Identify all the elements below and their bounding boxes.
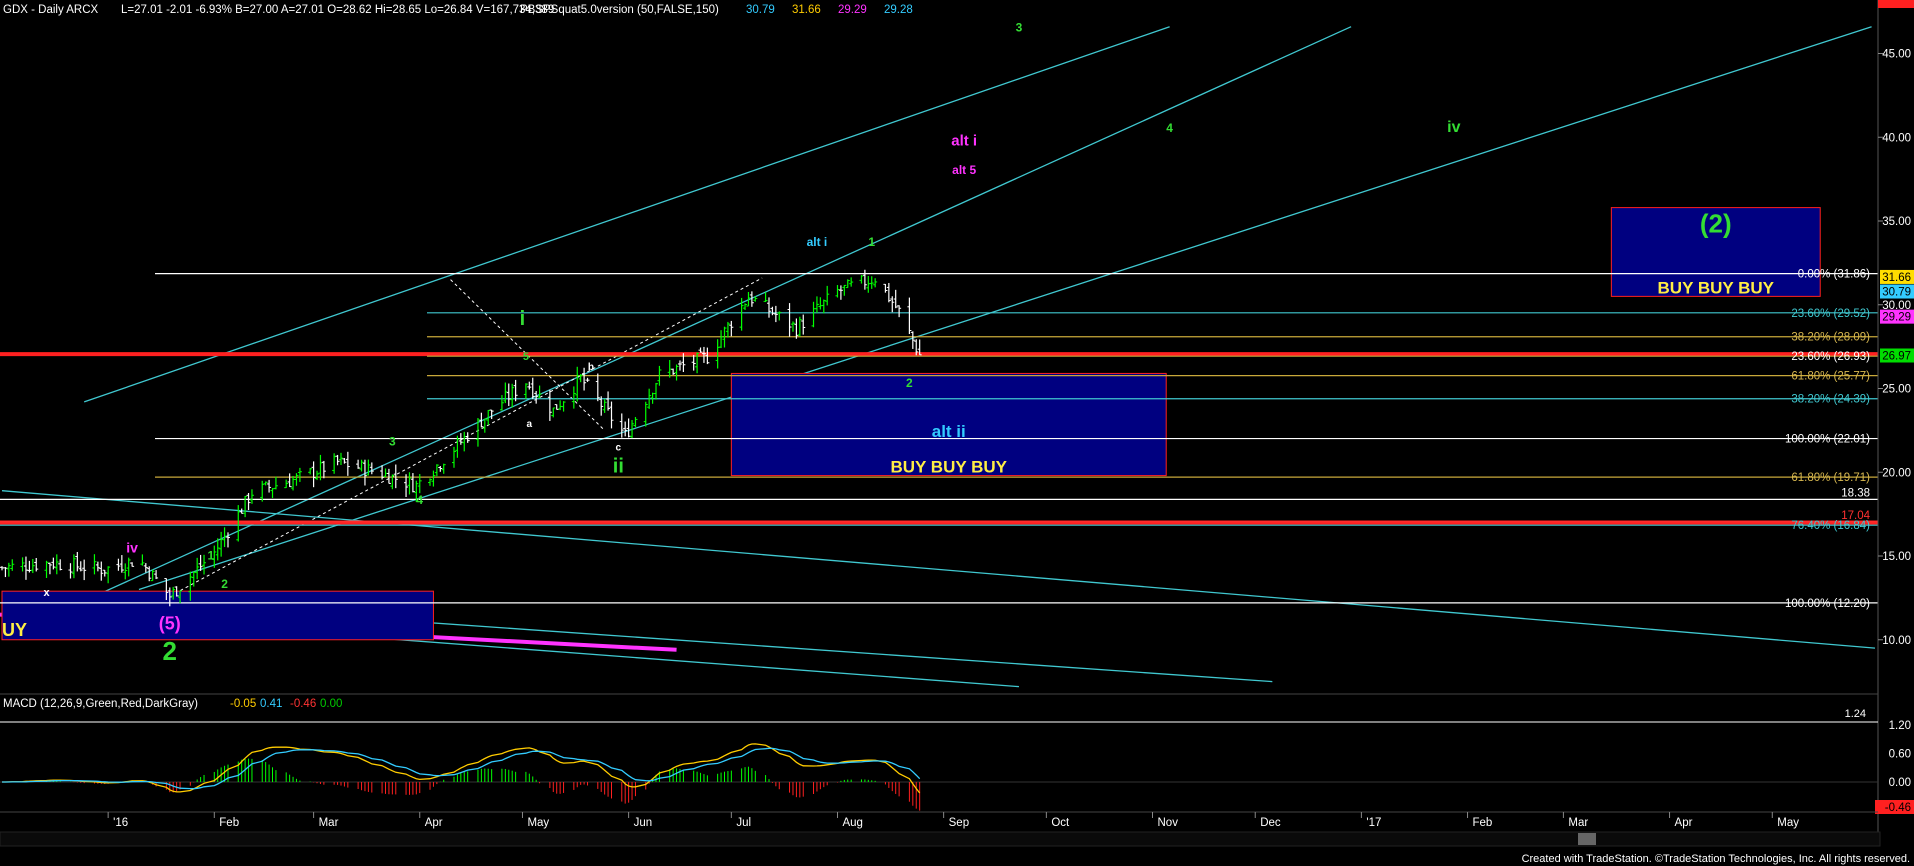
macd-value: -0.05 [230,698,256,710]
macd-red-tag-label: -0.46 [1885,802,1911,814]
fib-label: 23.60% (29.52) [1791,308,1870,320]
fib-label: 61.80% (25.77) [1791,371,1870,383]
fib-label: 18.38 [1841,487,1870,499]
price-chart: (2)BUY BUY BUYalt iiBUY BUY BUYUY 0.00% … [0,0,1914,866]
wave-label: c [616,442,622,453]
price-tag-label: 31.66 [1882,272,1911,284]
indicator-value: 29.28 [884,4,913,16]
time-tick-label: Mar [1568,817,1588,829]
time-tick-label: Sep [949,817,969,829]
fib-label: 0.00% (31.86) [1798,269,1870,281]
price-tick-label: 40.00 [1882,132,1911,144]
macd-tick-label: 0.00 [1889,777,1911,789]
wave-label: 5 [523,351,529,363]
time-tick-label: May [1777,817,1799,829]
axis-strip [1878,0,1914,8]
fib-label: 38.20% (28.09) [1791,332,1870,344]
wave-label: 2 [221,577,228,591]
price-tag-label: 30.79 [1882,287,1911,299]
footer-credit: Created with TradeStation. ©TradeStation… [1522,853,1910,865]
time-tick-label: May [527,817,549,829]
fib-label: 61.80% (19.71) [1791,472,1870,484]
indicator-name: PBSPSquat5.0version (50,FALSE,150) [520,4,719,16]
wave-label: 2 [163,636,177,666]
wave-label: ii [613,455,624,477]
price-tick-label: 35.00 [1882,216,1911,228]
time-tick-label: Feb [219,817,239,829]
wave-label: a [527,419,533,430]
scrollbar-thumb[interactable] [1578,833,1596,845]
indicator-value: 29.29 [838,4,867,16]
time-tick-label: Feb [1473,817,1493,829]
time-scrollbar[interactable] [0,831,1881,847]
time-tick-label: Apr [425,817,443,829]
symbol-title: GDX - Daily ARCX [3,4,99,16]
wave-label: 3 [389,434,396,448]
price-tick-label: 25.00 [1882,384,1911,396]
box-label: (2) [1700,209,1732,239]
fib-label: 100.00% (12.20) [1785,598,1870,610]
time-tick-label: Apr [1675,817,1693,829]
box-label: alt ii [932,422,966,441]
wave-label: iv [1447,119,1460,136]
price-tag-label: 26.97 [1882,351,1911,363]
fib-label: 38.20% (24.39) [1791,394,1870,406]
box-buy-label: UY [2,620,27,640]
wave-label: alt i [951,133,977,150]
indicator-value: 30.79 [746,4,775,16]
macd-value: 0.41 [260,698,282,710]
price-tick-label: 10.00 [1882,635,1911,647]
box-buy-label: BUY BUY BUY [891,458,1008,477]
macd-tick-label: 1.20 [1889,720,1911,732]
fib-label: 23.60% (26.93) [1791,351,1870,363]
price-tag-label: 29.29 [1882,312,1911,324]
time-tick-label: Dec [1260,817,1281,829]
macd-value: -0.46 [290,698,316,710]
time-tick-label: Jul [736,817,751,829]
wave-label: b [588,362,594,373]
time-tick-label: Aug [842,817,862,829]
box-buy-label: BUY BUY BUY [1658,278,1775,297]
price-tick-label: 15.00 [1882,551,1911,563]
wave-label: alt i [807,235,828,249]
fib-label: 100.00% (22.01) [1785,434,1870,446]
indicator-value: 31.66 [792,4,821,16]
macd-tick-label: 0.60 [1889,749,1911,761]
fib-label: 76.40% (16.84) [1791,520,1870,532]
wave-label: x [43,587,50,599]
time-tick-label: Jun [634,817,653,829]
wave-label: 4 [1166,121,1173,135]
wave-label: i [520,308,526,330]
time-tick-label: Nov [1158,817,1179,829]
time-tick-label: '16 [113,817,128,829]
macd-topline-label: 1.24 [1845,708,1866,720]
time-tick-label: Oct [1051,817,1070,829]
lower-buy-box [1,590,434,641]
price-tick-label: 45.00 [1882,49,1911,61]
time-tick-label: '17 [1366,817,1381,829]
macd-title: MACD (12,26,9,Green,Red,DarkGray) [3,698,198,710]
wave-label: (5) [159,614,181,634]
wave-label: 1 [208,548,215,562]
quote-stats: L=27.01 -2.01 -6.93% B=27.00 A=27.01 O=2… [121,4,554,16]
wave-label: iv [126,540,138,556]
wave-label: 1 [868,235,875,249]
wave-label: 4 [416,493,423,507]
wave-label: 3 [1016,21,1023,35]
price-tick-label: 20.00 [1882,467,1911,479]
wave-label: 2 [906,376,913,390]
wave-label: alt 5 [952,163,976,177]
time-tick-label: Mar [319,817,339,829]
macd-value: 0.00 [320,698,342,710]
